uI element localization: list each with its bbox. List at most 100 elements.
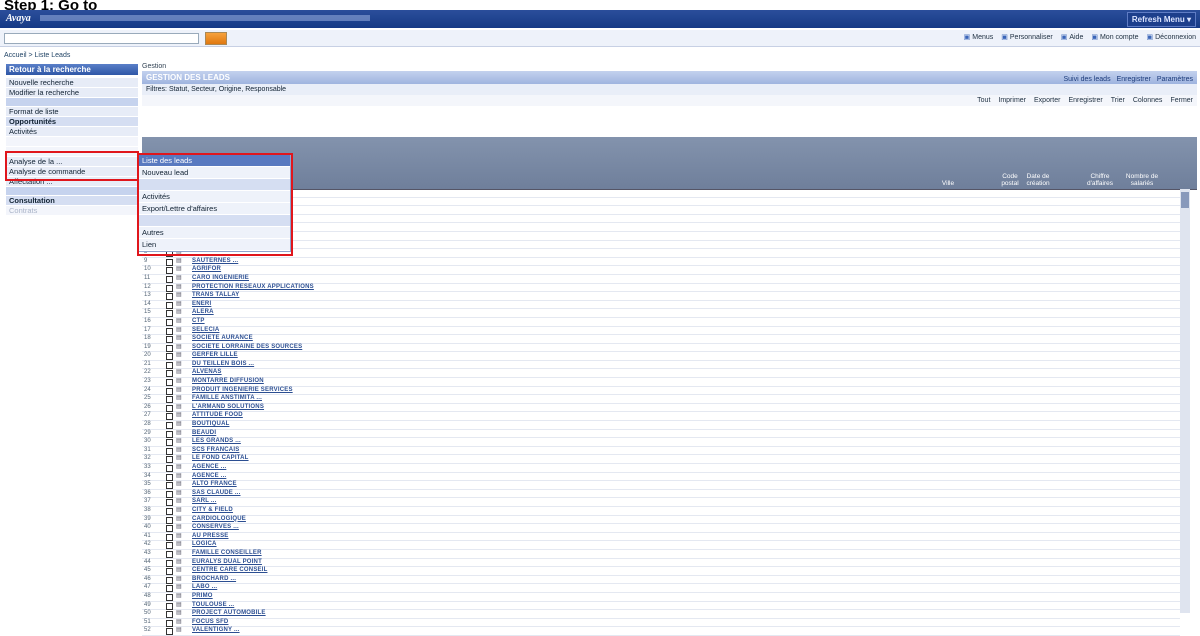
table-row[interactable]: ▤6 — [142, 232, 1180, 241]
company-link[interactable]: LE FOND CAPITAL — [192, 455, 249, 462]
table-row[interactable]: ▤ 44 EURALYS DUAL POINT — [142, 559, 1180, 568]
table-row[interactable]: ▤ 11 CARO INGENIERIE — [142, 275, 1180, 284]
table-row[interactable]: ▤ 52 VALENTIGNY ... — [142, 627, 1180, 636]
company-link[interactable]: ATTITUDE FOOD — [192, 412, 243, 419]
row-edit-icon[interactable]: ▤ — [176, 464, 182, 471]
company-link[interactable]: SARL ... — [192, 498, 217, 505]
row-checkbox[interactable] — [166, 507, 173, 515]
row-checkbox[interactable] — [166, 447, 173, 455]
table-row[interactable]: ▤ 29 BEAUDI — [142, 430, 1180, 439]
row-edit-icon[interactable]: ▤ — [176, 619, 182, 626]
row-checkbox[interactable] — [166, 396, 173, 404]
row-checkbox[interactable] — [166, 344, 173, 352]
sidebar-item[interactable]: Nouvelle recherche — [6, 78, 138, 88]
table-row[interactable]: ▤ 17 SELECIA — [142, 327, 1180, 336]
row-edit-icon[interactable]: ▤ — [176, 387, 182, 394]
row-edit-icon[interactable]: ▤ — [176, 455, 182, 462]
table-row[interactable]: ▤ 31 SCS FRANCAIS — [142, 447, 1180, 456]
table-row[interactable]: ▤ 15 ALERA — [142, 309, 1180, 318]
row-edit-icon[interactable]: ▤ — [176, 430, 182, 437]
table-row[interactable]: ▤ 28 BOUTIQUAL — [142, 421, 1180, 430]
company-link[interactable]: FAMILLE CONSEILLER — [192, 550, 262, 557]
row-checkbox[interactable] — [166, 525, 173, 533]
company-link[interactable]: TRANS TALLAY — [192, 292, 239, 299]
filter-bar[interactable]: Filtres: Statut, Secteur, Origine, Respo… — [142, 84, 1197, 95]
table-row[interactable]: ▤ 47 LABO ... — [142, 584, 1180, 593]
company-link[interactable]: PRODUIT INGENIERIE SERVICES — [192, 387, 293, 394]
company-link[interactable]: SAUTERNES ... — [192, 258, 238, 265]
company-link[interactable]: ENERI — [192, 301, 211, 308]
table-row[interactable]: ▤ 34 AGENCE ... — [142, 473, 1180, 482]
search-input[interactable] — [4, 33, 199, 44]
top-link-account[interactable]: Mon compte — [1091, 33, 1139, 41]
company-link[interactable]: SAS CLAUDE ... — [192, 490, 240, 497]
table-row[interactable]: ▤ 45 CENTRE CARE CONSEIL — [142, 567, 1180, 576]
table-row[interactable]: ▤1 — [142, 189, 1180, 198]
row-edit-icon[interactable]: ▤ — [176, 447, 182, 454]
row-checkbox[interactable] — [166, 284, 173, 292]
sidebar-item[interactable]: Modifier la recherche — [6, 88, 138, 98]
company-link[interactable]: FOCUS SFD — [192, 619, 228, 626]
row-edit-icon[interactable]: ▤ — [176, 335, 182, 342]
company-link[interactable]: TOULOUSE ... — [192, 602, 234, 609]
grid-tool-button[interactable]: Imprimer — [998, 97, 1026, 104]
company-link[interactable]: LABO ... — [192, 584, 217, 591]
row-edit-icon[interactable]: ▤ — [176, 533, 182, 540]
row-edit-icon[interactable]: ▤ — [176, 438, 182, 445]
row-edit-icon[interactable]: ▤ — [176, 395, 182, 402]
row-edit-icon[interactable]: ▤ — [176, 275, 182, 282]
row-edit-icon[interactable]: ▤ — [176, 292, 182, 299]
sidebar-item[interactable]: Opportunités — [6, 117, 138, 127]
grid-tool-button[interactable]: Tout — [977, 97, 990, 104]
row-edit-icon[interactable]: ▤ — [176, 550, 182, 557]
row-checkbox[interactable] — [166, 490, 173, 498]
table-row[interactable]: ▤ 19 SOCIETE LORRAINE DES SOURCES — [142, 344, 1180, 353]
table-row[interactable]: ▤5 — [142, 223, 1180, 232]
row-checkbox[interactable] — [166, 439, 173, 447]
table-row[interactable]: ▤ 12 PROTECTION RESEAUX APPLICATIONS — [142, 284, 1180, 293]
grid-tool-button[interactable]: Fermer — [1170, 97, 1193, 104]
row-checkbox[interactable] — [166, 404, 173, 412]
table-row[interactable]: ▤ 8 — [142, 249, 1180, 258]
row-checkbox[interactable] — [166, 499, 173, 507]
row-edit-icon[interactable]: ▤ — [176, 361, 182, 368]
col-date[interactable]: Date de création — [1022, 173, 1054, 187]
company-link[interactable]: LES GRANDS ... — [192, 438, 241, 445]
row-checkbox[interactable] — [166, 602, 173, 610]
table-row[interactable]: ▤ 16 CTP — [142, 318, 1180, 327]
row-checkbox[interactable] — [166, 267, 173, 275]
grid-scrollbar[interactable] — [1180, 189, 1190, 613]
table-row[interactable]: ▤ 23 MONTARRE DIFFUSION — [142, 378, 1180, 387]
company-link[interactable]: PRIMO — [192, 593, 213, 600]
top-link-logout[interactable]: Déconnexion — [1147, 33, 1196, 41]
row-checkbox[interactable] — [166, 336, 173, 344]
row-checkbox[interactable] — [166, 568, 173, 576]
row-edit-icon[interactable]: ▤ — [176, 473, 182, 480]
company-link[interactable]: GERFER LILLE — [192, 352, 238, 359]
company-link[interactable]: AGENCE ... — [192, 473, 226, 480]
row-checkbox[interactable] — [166, 611, 173, 619]
row-checkbox[interactable] — [166, 318, 173, 326]
row-checkbox[interactable] — [166, 379, 173, 387]
table-row[interactable]: ▤ 10 AGRIFOR — [142, 266, 1180, 275]
row-checkbox[interactable] — [166, 327, 173, 335]
sidebar-item[interactable] — [6, 137, 138, 147]
row-edit-icon[interactable]: ▤ — [176, 318, 182, 325]
grid-scroll-thumb[interactable] — [1181, 192, 1189, 208]
company-link[interactable]: AU PRESSE — [192, 533, 228, 540]
company-link[interactable]: VALENTIGNY ... — [192, 627, 240, 634]
company-link[interactable]: PROTECTION RESEAUX APPLICATIONS — [192, 284, 314, 291]
row-edit-icon[interactable]: ▤ — [176, 369, 182, 376]
row-edit-icon[interactable]: ▤ — [176, 352, 182, 359]
table-row[interactable]: ▤ 24 PRODUIT INGENIERIE SERVICES — [142, 387, 1180, 396]
row-checkbox[interactable] — [166, 559, 173, 567]
row-checkbox[interactable] — [166, 619, 173, 627]
table-row[interactable]: ▤7 — [142, 241, 1180, 250]
company-link[interactable]: EURALYS DUAL POINT — [192, 559, 262, 566]
row-edit-icon[interactable]: ▤ — [176, 498, 182, 505]
row-checkbox[interactable] — [166, 258, 173, 266]
row-edit-icon[interactable]: ▤ — [176, 378, 182, 385]
top-link-help[interactable]: Aide — [1061, 33, 1083, 41]
row-checkbox[interactable] — [166, 533, 173, 541]
col-postal[interactable]: Code postal — [1000, 173, 1020, 187]
